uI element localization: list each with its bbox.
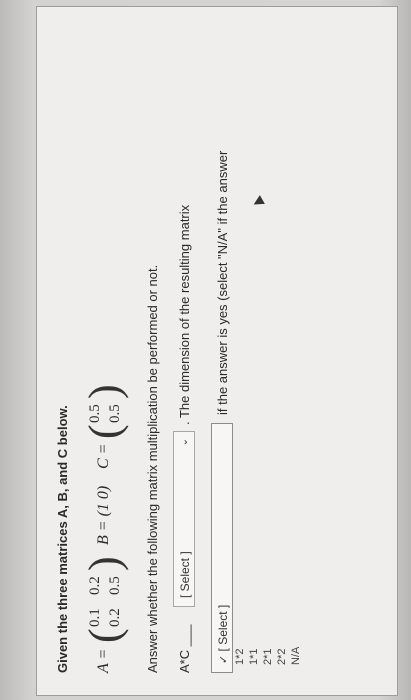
matrix-a-r2c1: 0.2 [107, 608, 123, 627]
chevron-down-icon: ⌄ [179, 438, 190, 447]
matrix-a-right-paren: ) [80, 556, 129, 571]
option-2x1[interactable]: 2*1 [261, 647, 275, 665]
option-1x1[interactable]: 1*1 [247, 647, 261, 665]
matrix-c-r2: 0.5 [107, 404, 123, 423]
matrix-a-label: A = [95, 648, 112, 673]
option-na[interactable]: N/A [289, 647, 303, 665]
if-answer-text: if the answer is yes (select "N/A" if th… [215, 150, 230, 415]
option-2x2[interactable]: 2*2 [275, 647, 289, 665]
matrix-c-r1: 0.5 [87, 404, 103, 423]
answer-options-list[interactable]: 1*2 1*1 2*1 2*2 N/A [233, 647, 303, 665]
row-label-ac: A*C ___ [177, 624, 192, 673]
question-card: Given the three matrices A, B, and C bel… [36, 6, 398, 696]
question-intro: Given the three matrices A, B, and C bel… [55, 405, 70, 673]
matrix-a-r1c2: 0.2 [87, 576, 103, 595]
dimension-select-value: [ Select ] [178, 551, 192, 598]
matrix-a-left-paren: ( [80, 628, 129, 643]
matrix-c-right-paren: ) [80, 384, 129, 399]
dimension-text: . The dimension of the resulting matrix [177, 204, 192, 425]
option-1x2[interactable]: 1*2 [233, 647, 247, 665]
matrix-a-r1c1: 0.1 [87, 608, 103, 627]
matrix-c-label: C = [95, 443, 112, 469]
question-prompt: Answer whether the following matrix mult… [145, 264, 160, 673]
answer-select-open[interactable]: ✓ [ Select ] [211, 423, 233, 673]
check-icon: ✓ [218, 654, 230, 664]
matrix-c-left-paren: ( [80, 424, 129, 439]
dimension-select[interactable]: [ Select ] ⌄ [173, 431, 195, 607]
mouse-cursor-icon [251, 195, 265, 209]
answer-select-value: [ Select ] [216, 604, 230, 652]
matrix-b: B = (1 0) [95, 485, 112, 545]
rotated-content: Given the three matrices A, B, and C bel… [37, 7, 397, 695]
matrix-a-r2c2: 0.5 [107, 576, 123, 595]
